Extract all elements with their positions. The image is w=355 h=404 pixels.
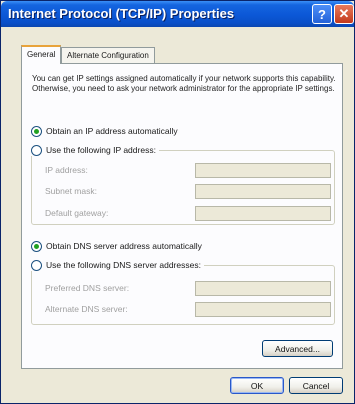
window-title: Internet Protocol (TCP/IP) Properties (8, 6, 235, 21)
subnet-mask-field[interactable] (195, 184, 331, 199)
radio-obtain-dns-auto[interactable]: Obtain DNS server address automatically (31, 240, 202, 252)
radio-button-selected[interactable] (31, 125, 42, 137)
ip-address-label: IP address: (45, 165, 88, 175)
radio-use-following-ip[interactable]: Use the following IP address: (31, 144, 159, 156)
tab-alternate-configuration[interactable]: Alternate Configuration (61, 47, 155, 63)
cancel-button[interactable]: Cancel (289, 377, 343, 394)
radio-label: Obtain an IP address automatically (46, 126, 178, 136)
radio-button[interactable] (31, 259, 42, 271)
help-button[interactable]: ? (312, 4, 332, 24)
radio-obtain-ip-auto[interactable]: Obtain an IP address automatically (31, 125, 178, 137)
ip-address-field[interactable] (195, 163, 331, 178)
radio-button[interactable] (31, 144, 42, 156)
close-icon: ✕ (338, 6, 350, 21)
alternate-dns-label: Alternate DNS server: (45, 304, 128, 314)
ok-button[interactable]: OK (230, 377, 284, 394)
advanced-button[interactable]: Advanced... (262, 340, 333, 357)
subnet-mask-label: Subnet mask: (45, 186, 97, 196)
radio-label: Use the following IP address: (46, 145, 156, 155)
close-button[interactable]: ✕ (334, 4, 354, 24)
radio-button-selected[interactable] (31, 240, 42, 252)
preferred-dns-field[interactable] (195, 281, 331, 296)
preferred-dns-label: Preferred DNS server: (45, 283, 130, 293)
radio-label: Use the following DNS server addresses: (46, 260, 201, 270)
radio-label: Obtain DNS server address automatically (46, 241, 202, 251)
default-gateway-field[interactable] (195, 206, 331, 221)
radio-use-following-dns[interactable]: Use the following DNS server addresses: (31, 259, 204, 271)
info-text: You can get IP settings assigned automat… (32, 74, 336, 93)
help-icon: ? (318, 6, 326, 22)
default-gateway-label: Default gateway: (45, 208, 109, 218)
alternate-dns-field[interactable] (195, 302, 331, 317)
title-bar[interactable]: Internet Protocol (TCP/IP) Properties ? … (1, 1, 354, 27)
tab-general[interactable]: General (21, 45, 62, 64)
